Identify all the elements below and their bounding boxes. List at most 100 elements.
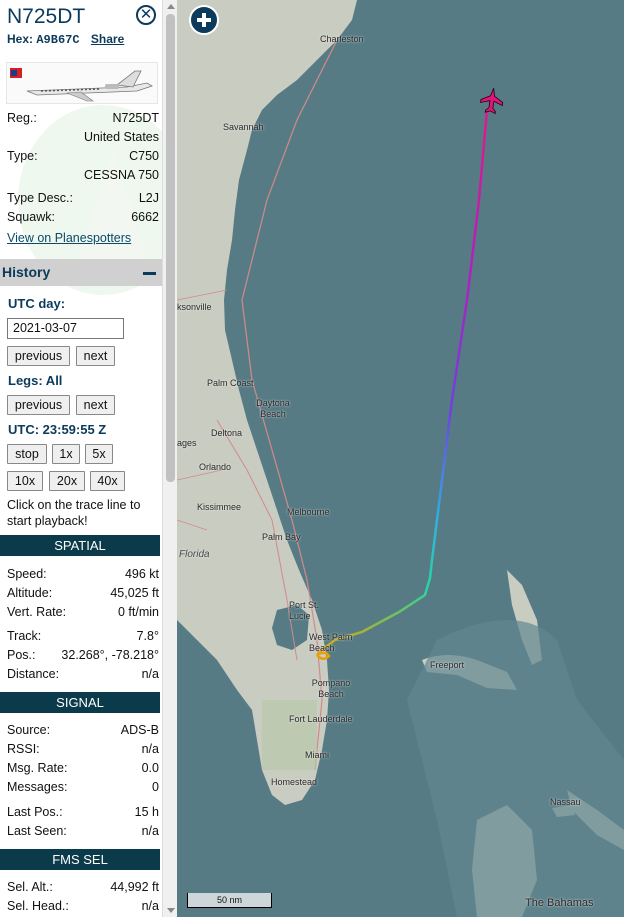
aircraft-info-sidebar: N725DT ✕ Hex: A9B67C Share Reg.: N725DT <box>0 0 162 917</box>
place-label-florida: Florida <box>179 549 210 560</box>
sel-alt-label: Sel. Alt.: <box>7 880 53 894</box>
messages-label: Messages: <box>7 780 68 794</box>
speed-1x-button[interactable]: 1x <box>52 444 80 464</box>
type-value: C750 <box>129 149 159 163</box>
collapse-icon[interactable] <box>143 272 156 275</box>
place-label-palm-coast: Palm Coast <box>207 378 254 388</box>
utc-time-label: UTC: 23:59:55 Z <box>8 422 107 437</box>
vert-rate-label: Vert. Rate: <box>7 605 67 619</box>
track-value: 7.8° <box>136 629 159 643</box>
map-scale-bar: 50 nm <box>187 893 272 908</box>
last-pos-label: Last Pos.: <box>7 805 63 819</box>
spatial-section-header[interactable]: SPATIAL <box>0 535 160 556</box>
distance-label: Distance: <box>7 667 60 681</box>
history-header[interactable]: History <box>0 259 162 286</box>
zoom-in-button[interactable] <box>189 5 219 35</box>
playback-note: Click on the trace line to start playbac… <box>7 498 141 528</box>
flight-trace <box>316 109 489 656</box>
hex-row: Hex: A9B67C Share <box>7 32 124 47</box>
place-label-savannah: Savannah <box>223 122 264 132</box>
distance-value: n/a <box>141 667 159 681</box>
type-name-value: CESSNA 750 <box>83 168 159 182</box>
source-label: Source: <box>7 723 51 737</box>
previous-leg-button[interactable]: previous <box>7 395 70 415</box>
place-label-west-palm-beach: West Palm Beach <box>309 632 353 653</box>
place-label-daytona-beach: Daytona Beach <box>256 398 290 419</box>
position-value: 32.268°, -78.218° <box>61 648 159 662</box>
place-label-melbourne: Melbourne <box>287 507 330 517</box>
planespotters-link[interactable]: View on Planespotters <box>7 231 131 245</box>
app-window: N725DT ✕ Hex: A9B67C Share Reg.: N725DT <box>0 0 624 917</box>
signal-section-header[interactable]: SIGNAL <box>0 692 160 713</box>
reg-label: Reg.: <box>7 111 37 125</box>
scroll-down-icon[interactable] <box>167 908 175 913</box>
stop-button[interactable]: stop <box>7 444 47 464</box>
sidebar-scrollbar[interactable] <box>162 0 177 917</box>
last-pos-value: 15 h <box>134 805 159 819</box>
source-value: ADS-B <box>120 723 159 737</box>
place-label-pompano-beach: Pompano Beach <box>311 678 351 699</box>
place-label-port-st-lucie: Port St. Lucie <box>289 600 320 621</box>
altitude-value: 45,025 ft <box>110 586 159 600</box>
rssi-label: RSSI: <box>7 742 40 756</box>
close-icon[interactable]: ✕ <box>136 5 156 25</box>
map-view[interactable]: Charleston Savannah ksonville Palm Coast… <box>177 0 624 917</box>
speed-5x-button[interactable]: 5x <box>85 444 113 464</box>
hex-label: Hex: <box>7 32 34 46</box>
altitude-label: Altitude: <box>7 586 53 600</box>
vert-rate-value: 0 ft/min <box>118 605 159 619</box>
place-label-homestead: Homestead <box>271 777 318 787</box>
place-label-jacksonville: ksonville <box>177 302 212 312</box>
place-label-ages: ages <box>177 438 197 448</box>
hex-value: A9B67C <box>36 33 80 47</box>
speed-10x-button[interactable]: 10x <box>7 471 43 491</box>
scrollbar-thumb[interactable] <box>166 14 175 482</box>
speed-label: Speed: <box>7 567 47 581</box>
date-input[interactable]: 2021-03-07 <box>7 318 124 339</box>
aircraft-photo[interactable] <box>6 62 158 104</box>
msg-rate-label: Msg. Rate: <box>7 761 68 775</box>
track-label: Track: <box>7 629 42 643</box>
history-title: History <box>2 264 51 280</box>
aircraft-marker-icon <box>480 87 504 115</box>
place-label-nassau: Nassau <box>550 797 581 807</box>
last-seen-label: Last Seen: <box>7 824 67 838</box>
place-label-orlando: Orlando <box>199 462 232 472</box>
type-desc-value: L2J <box>138 191 159 205</box>
legs-label: Legs: All <box>8 373 63 388</box>
last-seen-value: n/a <box>141 824 159 838</box>
squawk-value: 6662 <box>131 210 159 224</box>
place-label-kissimmee: Kissimmee <box>197 502 242 512</box>
speed-20x-button[interactable]: 20x <box>49 471 85 491</box>
share-link[interactable]: Share <box>91 32 124 46</box>
utc-day-label: UTC day: <box>8 296 66 311</box>
msg-rate-value: 0.0 <box>141 761 159 775</box>
speed-value: 496 kt <box>124 567 159 581</box>
fms-section-header[interactable]: FMS SEL <box>0 849 160 870</box>
sel-alt-value: 44,992 ft <box>110 880 159 894</box>
previous-day-button[interactable]: previous <box>7 346 70 366</box>
next-leg-button[interactable]: next <box>76 395 115 415</box>
place-label-fort-lauderdale: Fort Lauderdale <box>289 714 353 724</box>
place-label-freeport: Freeport <box>430 660 465 670</box>
next-day-button[interactable]: next <box>76 346 115 366</box>
map-canvas[interactable] <box>177 0 624 917</box>
sel-head-value: n/a <box>141 899 159 913</box>
speed-40x-button[interactable]: 40x <box>90 471 125 491</box>
reg-value: N725DT <box>112 111 159 125</box>
place-label-charleston: Charleston <box>320 34 364 44</box>
position-label: Pos.: <box>7 648 36 662</box>
type-label: Type: <box>7 149 38 163</box>
place-label-miami: Miami <box>305 750 329 760</box>
place-label-deltona: Deltona <box>211 428 243 438</box>
scroll-up-icon[interactable] <box>167 4 175 9</box>
place-label-the-bahamas: The Bahamas <box>525 897 594 909</box>
messages-value: 0 <box>152 780 159 794</box>
squawk-label: Squawk: <box>7 210 55 224</box>
place-label-palm-bay: Palm Bay <box>262 532 301 542</box>
aircraft-callsign: N725DT <box>7 5 86 28</box>
sel-head-label: Sel. Head.: <box>7 899 69 913</box>
type-desc-label: Type Desc.: <box>7 191 73 205</box>
rssi-value: n/a <box>141 742 159 756</box>
country-value: United States <box>83 130 159 144</box>
